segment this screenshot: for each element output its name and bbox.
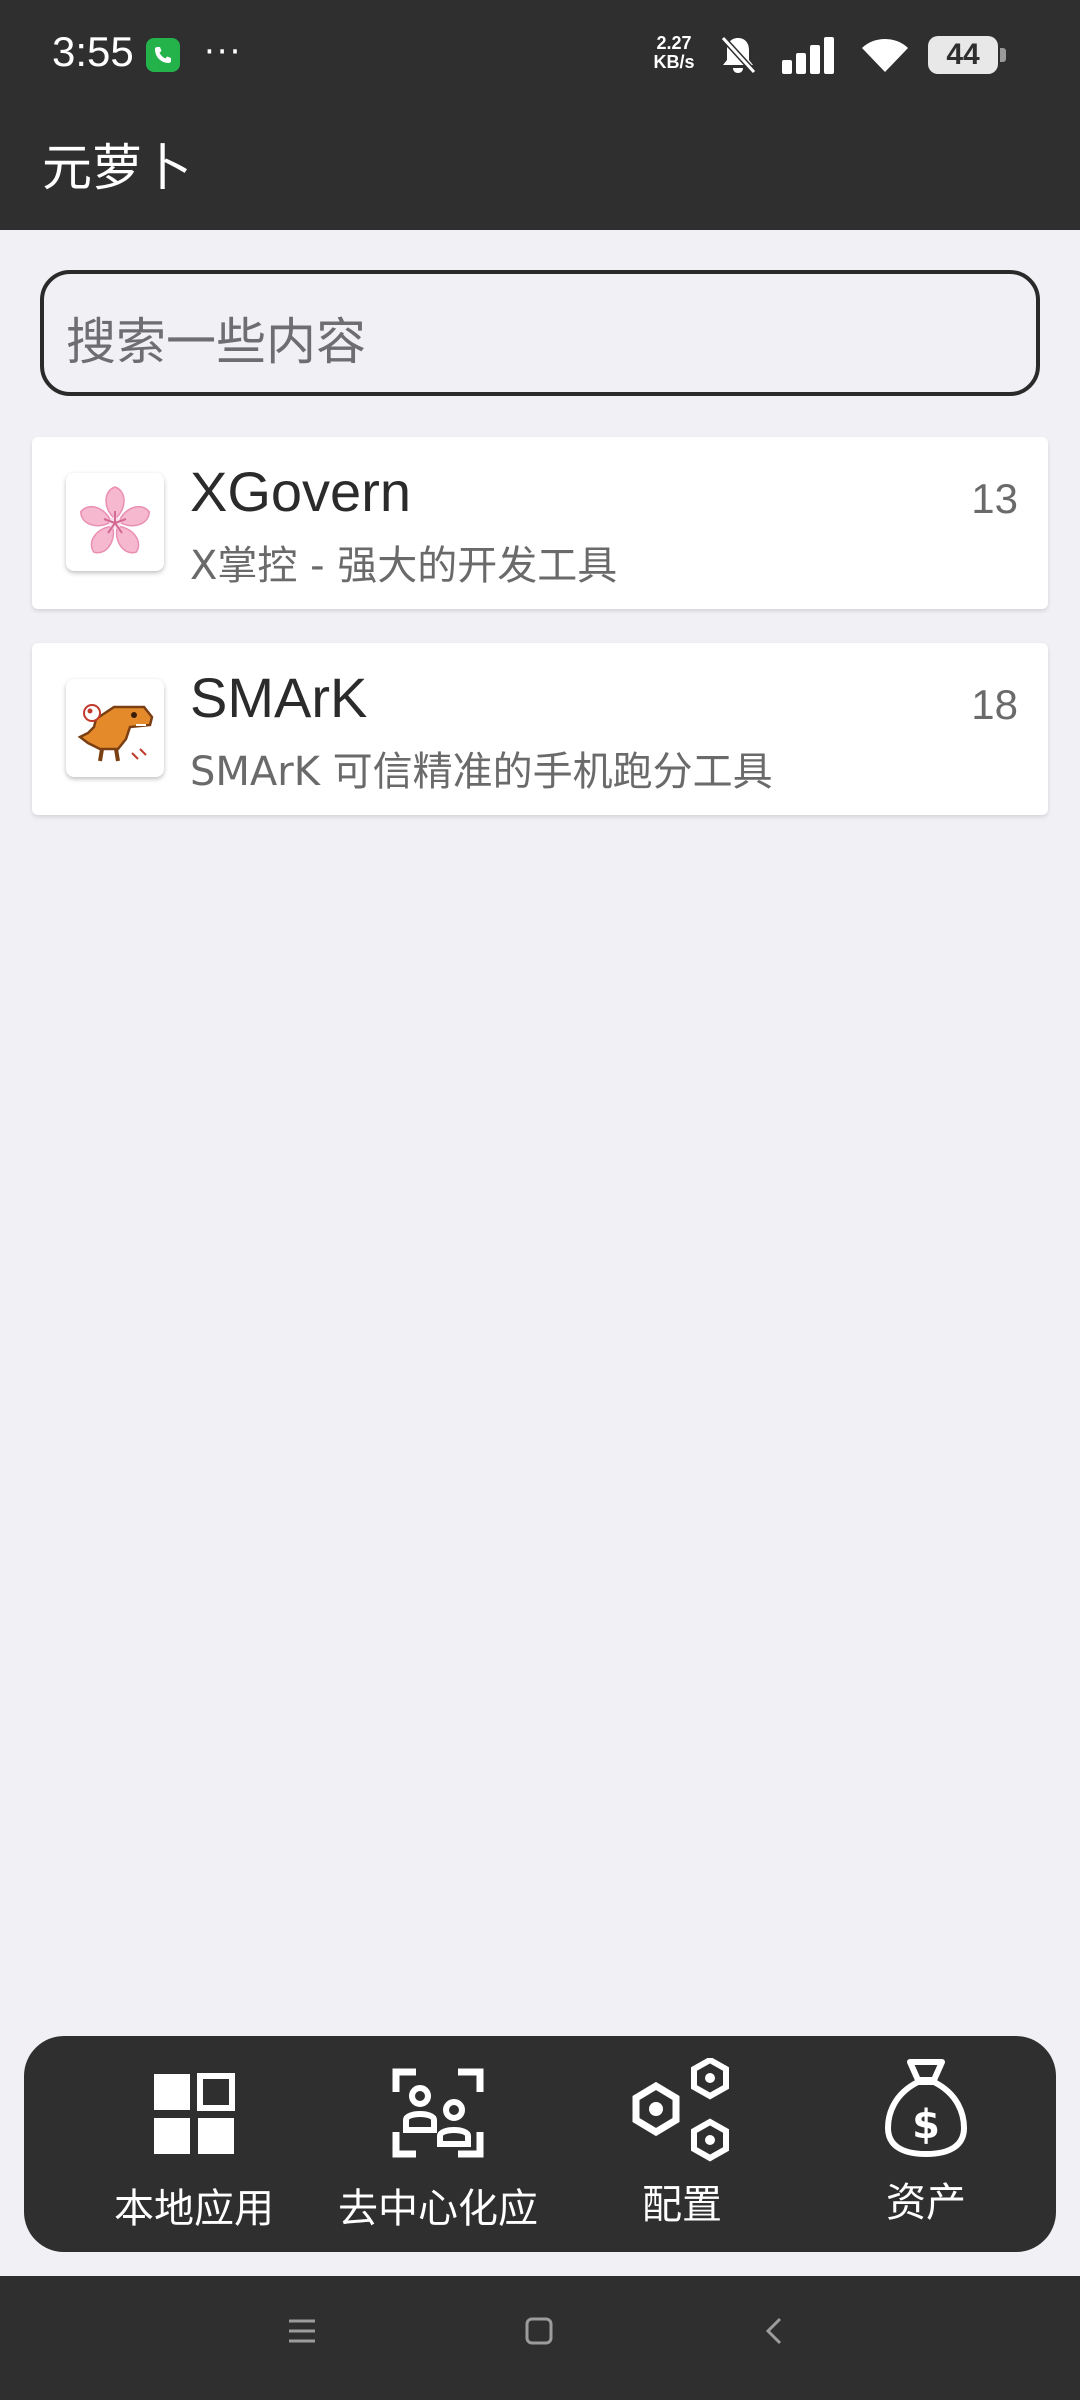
home-icon[interactable] <box>524 2316 554 2346</box>
battery-icon: 44 <box>928 36 998 74</box>
battery-tip <box>1000 48 1006 62</box>
signal-icon <box>782 37 834 74</box>
network-speed-value: 2.27 <box>656 33 692 53</box>
dinosaur-icon <box>66 679 164 777</box>
grid-icon <box>74 2058 314 2168</box>
app-description: X掌控 - 强大的开发工具 <box>190 543 618 589</box>
nav-label: 去中心化应 <box>338 2186 538 2232</box>
money-bag-icon: $ <box>806 2058 1046 2168</box>
nav-assets[interactable]: $ 资产 <box>806 2036 1046 2252</box>
network-speed: 2.27 KB/s <box>648 34 700 72</box>
nav-label: 资产 <box>886 2180 966 2226</box>
nav-label: 配置 <box>642 2182 722 2228</box>
hexagon-nodes-icon <box>562 2058 802 2168</box>
system-navigation-bar <box>0 2276 1080 2400</box>
app-title: 元萝卜 <box>42 139 192 197</box>
nav-decentralized-apps[interactable]: 去中心化应 <box>318 2036 558 2252</box>
status-more-dots: ··· <box>204 32 243 72</box>
bell-off-icon <box>720 35 757 75</box>
people-scan-icon <box>318 2058 558 2168</box>
search-placeholder: 搜索一些内容 <box>66 313 366 371</box>
status-time: 3:55 <box>52 28 134 75</box>
network-speed-unit: KB/s <box>653 52 695 72</box>
app-count: 18 <box>971 681 1018 728</box>
nav-local-apps[interactable]: 本地应用 <box>74 2036 314 2252</box>
app-name: XGovern <box>190 460 411 523</box>
menu-icon[interactable] <box>286 2316 318 2346</box>
status-bar: 3:55 ··· 2.27 KB/s 44 <box>0 0 1080 108</box>
wifi-icon <box>862 39 908 72</box>
app-count: 13 <box>971 475 1018 522</box>
list-item-xgovern[interactable]: XGovern X掌控 - 强大的开发工具 13 <box>32 437 1048 609</box>
call-icon <box>146 38 180 72</box>
svg-text:$: $ <box>912 2102 940 2148</box>
back-icon[interactable] <box>762 2316 786 2346</box>
nav-label: 本地应用 <box>114 2186 274 2232</box>
bottom-navigation: 本地应用 去中心化应 配置 $ 资产 <box>24 2036 1056 2252</box>
app-name: SMArK <box>190 666 368 729</box>
app-bar: 元萝卜 <box>0 108 1080 230</box>
nav-config[interactable]: 配置 <box>562 2036 802 2252</box>
list-item-smark[interactable]: SMArK SMArK 可信精准的手机跑分工具 18 <box>32 643 1048 815</box>
app-description: SMArK 可信精准的手机跑分工具 <box>190 749 773 795</box>
search-input[interactable]: 搜索一些内容 <box>40 270 1040 396</box>
sakura-icon <box>66 473 164 571</box>
